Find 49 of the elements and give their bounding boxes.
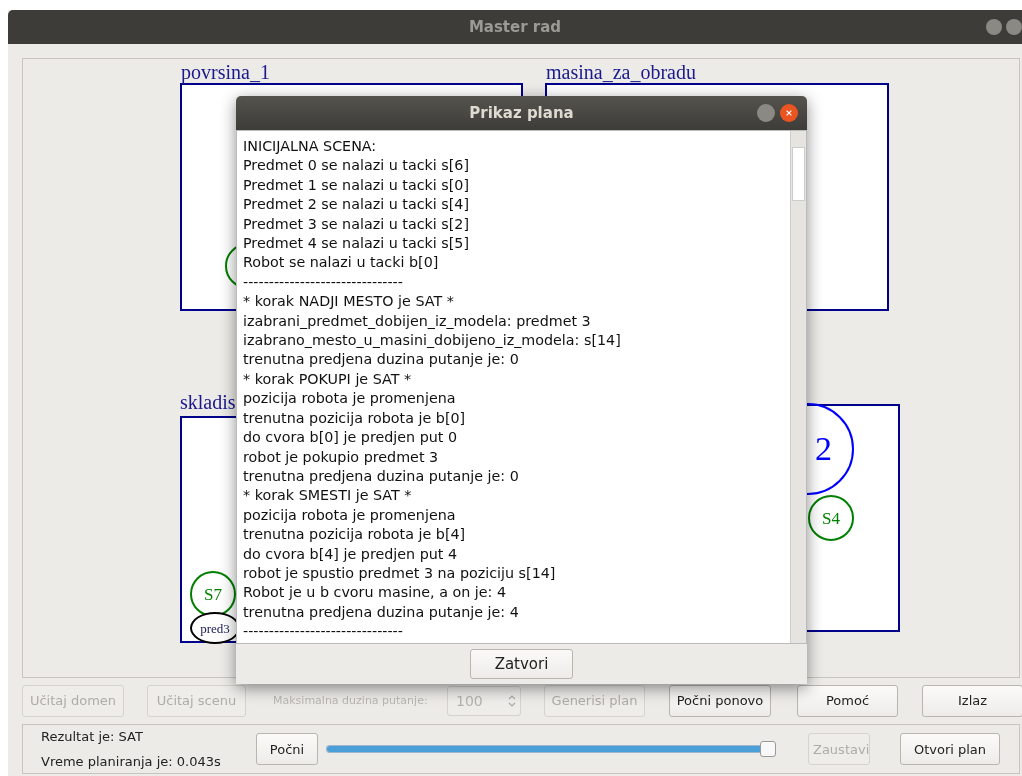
text-line: Predmet 3 se nalazi u tacki s[2] xyxy=(243,214,470,234)
node-label: S4 xyxy=(822,509,840,527)
text-line: pozicija robota je promenjena xyxy=(243,505,457,525)
toolbar-button[interactable]: Izlaz xyxy=(922,684,1022,717)
text-line: izabrani_predmet_dobijen_iz_modela: predmet 3 xyxy=(243,311,592,331)
text-line: Predmet 1 se nalazi u tacki s[0] xyxy=(243,175,470,195)
text-line: trenutna predjena duzina putanje je: 0 xyxy=(243,466,520,486)
text-line: * korak POKUPI je SAT * xyxy=(243,369,413,389)
text-line: robot je spustio predmet 3 na poziciju s[14] xyxy=(243,563,557,583)
dialog-title: Prikaz plana xyxy=(469,104,574,122)
toolbar-button[interactable]: Počni ponovo xyxy=(669,684,771,717)
text-line: trenutna pozicija robota je b[4] xyxy=(243,525,467,545)
time-text: Vreme planiranja je: 0.043s xyxy=(41,754,222,769)
text-line: Predmet 4 se nalazi u tacki s[5] xyxy=(243,234,470,254)
text-line: * korak SMESTI je SAT * xyxy=(243,486,413,506)
text-line: ------------------------------- xyxy=(243,622,404,642)
minimize-icon[interactable] xyxy=(986,19,1002,35)
scrollbar[interactable] xyxy=(790,131,806,643)
text-line: trenutna predjena duzina putanje je: 4 xyxy=(243,602,520,622)
region-label: povrsina_1 xyxy=(181,61,270,83)
text-line: ------------------------------- xyxy=(243,272,404,292)
action-button[interactable]: Otvori plan xyxy=(900,733,1000,765)
text-line: INICIJALNA SCENA: xyxy=(243,137,378,156)
text-line: do cvora b[0] je predjen put 0 xyxy=(243,428,459,448)
window-title: Master rad xyxy=(468,18,562,36)
toolbar-button[interactable]: Pomoć xyxy=(797,684,898,717)
slider-thumb[interactable] xyxy=(760,741,776,757)
text-line: trenutna predjena duzina putanje je: 0 xyxy=(243,350,520,370)
node-label: 2 xyxy=(815,432,832,466)
minimize-icon[interactable] xyxy=(757,104,775,122)
text-line: izabrano_mesto_u_masini_dobijeno_iz_modela: s[14] xyxy=(243,331,622,351)
node-label: pred3 xyxy=(200,621,230,635)
region-label: masina_za_obradu xyxy=(546,61,696,83)
text-line: Robot je u b cvoru masine, a on je: 4 xyxy=(243,583,508,603)
text-line: robot je pokupio predmet 3 xyxy=(243,447,440,467)
text-line: Predmet 0 se nalazi u tacki s[6] xyxy=(243,156,470,176)
text-line: pozicija robota je promenjena xyxy=(243,389,457,409)
text-line: Predmet 2 se nalazi u tacki s[4] xyxy=(243,195,470,215)
result-text: Rezultat je: SAT xyxy=(41,729,144,744)
slider-track[interactable] xyxy=(326,741,776,757)
text-line: trenutna pozicija robota je b[0] xyxy=(243,408,467,428)
text-line: do cvora b[4] je predjen put 4 xyxy=(243,544,459,564)
text-line: Robot se nalazi u tacki b[0] xyxy=(243,253,440,273)
close-button[interactable]: Zatvori xyxy=(470,649,573,679)
region-label: skladis xyxy=(180,391,236,413)
action-button[interactable]: Počni xyxy=(256,733,318,765)
text-line: * korak NADJI MESTO je SAT * xyxy=(243,292,455,312)
node-label: S7 xyxy=(204,585,222,603)
close-icon[interactable] xyxy=(780,104,798,122)
